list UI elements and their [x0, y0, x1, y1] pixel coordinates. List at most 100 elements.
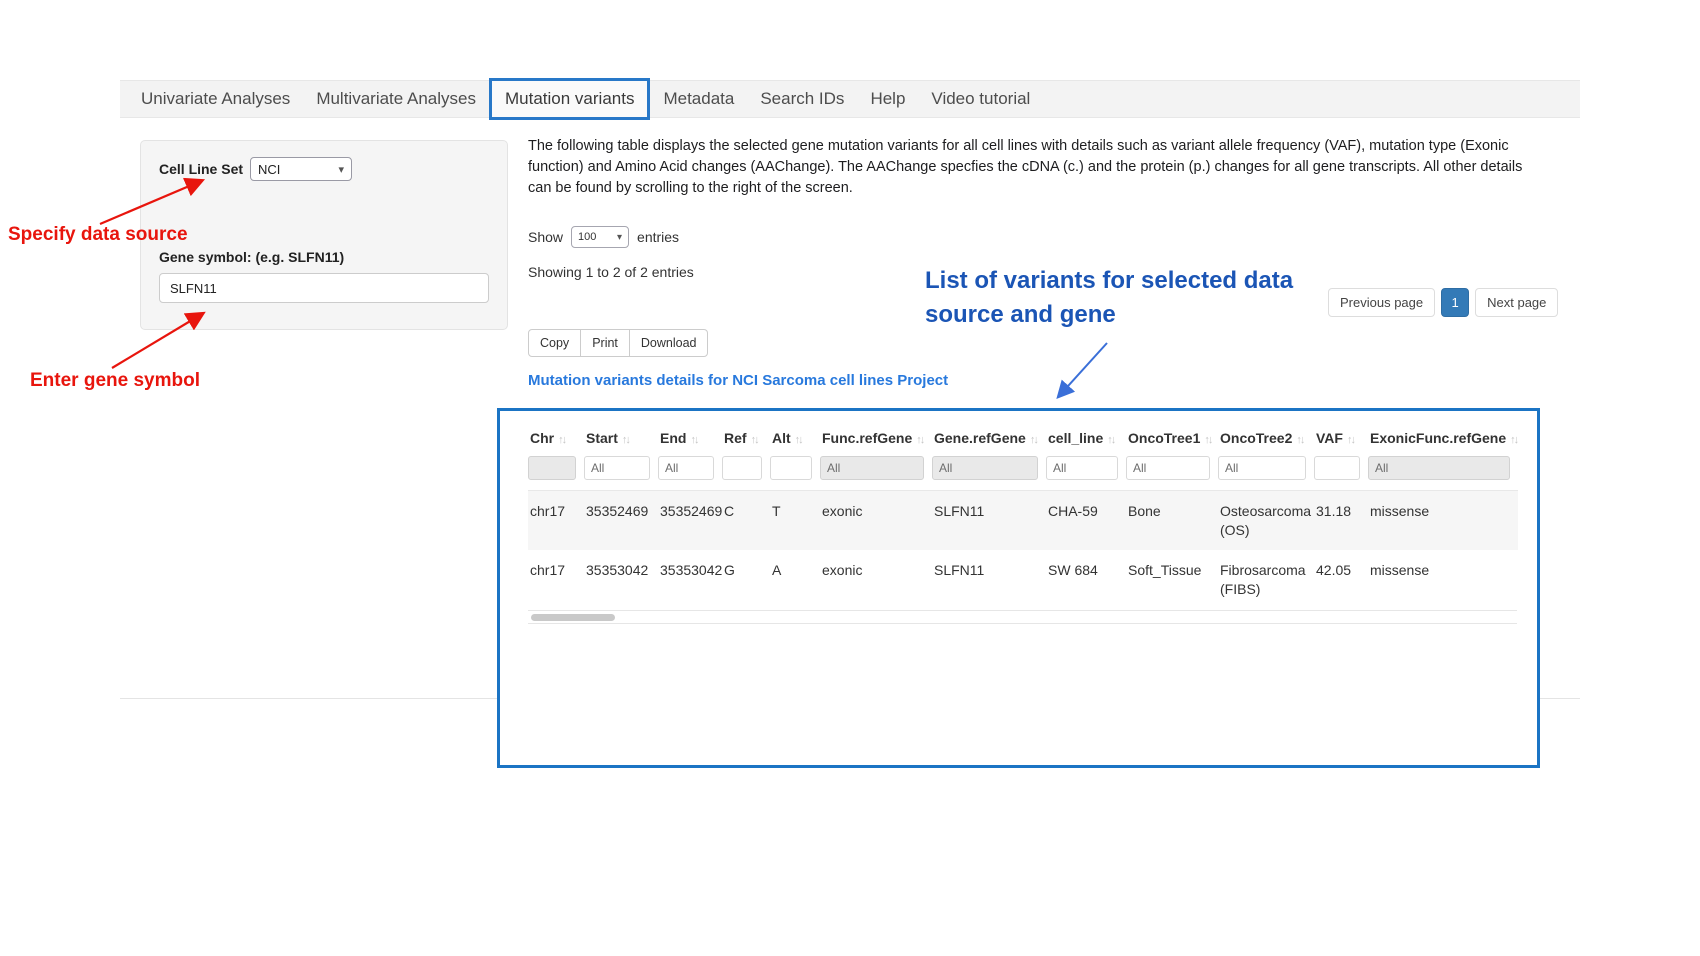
filter-cell — [1126, 454, 1218, 491]
filter-end[interactable] — [658, 456, 714, 480]
tab-mutation-variants[interactable]: Mutation variants — [489, 78, 650, 120]
cell-vaf: 31.18 — [1314, 491, 1368, 551]
sort-icon: ↑↓ — [690, 434, 697, 446]
sort-icon: ↑↓ — [1030, 434, 1037, 446]
variants-table-container: Chr↑↓Start↑↓End↑↓Ref↑↓Alt↑↓Func.refGene↑… — [497, 408, 1540, 768]
next-page-button[interactable]: Next page — [1475, 288, 1558, 317]
cell-chr: chr17 — [528, 550, 584, 609]
column-header-start[interactable]: Start↑↓ — [584, 421, 658, 454]
gene-symbol-input[interactable] — [159, 273, 489, 303]
cell-oncotree1: Soft_Tissue — [1126, 550, 1218, 609]
table-title-link[interactable]: Mutation variants details for NCI Sarcom… — [528, 372, 948, 389]
cell-oncotree2: Fibrosarcoma (FIBS) — [1218, 550, 1314, 609]
show-entries-control: Show 100 ▾ entries — [528, 226, 679, 248]
filter-ref[interactable] — [722, 456, 762, 480]
column-header-cell-line[interactable]: cell_line↑↓ — [1046, 421, 1126, 454]
filter-vaf[interactable] — [1314, 456, 1360, 480]
entries-label: entries — [637, 229, 679, 245]
table-header-row: Chr↑↓Start↑↓End↑↓Ref↑↓Alt↑↓Func.refGene↑… — [528, 421, 1518, 454]
copy-button[interactable]: Copy — [528, 329, 581, 357]
filter-oncotree1[interactable] — [1126, 456, 1210, 480]
annotation-specify-data-source: Specify data source — [8, 224, 188, 246]
filter-cell-line[interactable] — [1046, 456, 1118, 480]
cell-line-set-select[interactable]: NCI ▾ — [250, 157, 352, 181]
filter-cell — [770, 454, 820, 491]
sort-icon: ↑↓ — [751, 434, 758, 446]
filter-oncotree2[interactable] — [1218, 456, 1306, 480]
cell-start: 35353042 — [584, 550, 658, 609]
sort-icon: ↑↓ — [1347, 434, 1354, 446]
download-button[interactable]: Download — [629, 329, 709, 357]
sort-icon: ↑↓ — [558, 434, 565, 446]
chevron-down-icon: ▾ — [617, 232, 622, 243]
chevron-down-icon: ▾ — [339, 163, 345, 176]
gene-symbol-label: Gene symbol: (e.g. SLFN11) — [159, 249, 489, 265]
filter-start[interactable] — [584, 456, 650, 480]
filter-cell — [722, 454, 770, 491]
filter-exonicfunc-refgene[interactable] — [1368, 456, 1510, 480]
column-header-oncotree1[interactable]: OncoTree1↑↓ — [1126, 421, 1218, 454]
column-header-ref[interactable]: Ref ↑↓ — [722, 421, 770, 454]
column-header-vaf[interactable]: VAF ↑↓ — [1314, 421, 1368, 454]
print-button[interactable]: Print — [580, 329, 630, 357]
column-header-exonicfunc-refgene[interactable]: ExonicFunc.refGene ↑↓ — [1368, 421, 1518, 454]
cell-ref: C — [722, 491, 770, 551]
column-header-alt[interactable]: Alt↑↓ — [770, 421, 820, 454]
column-header-chr[interactable]: Chr ↑↓ — [528, 421, 584, 454]
column-label: VAF — [1316, 430, 1343, 446]
cell-oncotree2: Osteosarcoma (OS) — [1218, 491, 1314, 551]
horizontal-scrollbar-track[interactable] — [528, 610, 1517, 624]
table-row[interactable]: chr173535304235353042GAexonicSLFN11SW 68… — [528, 550, 1518, 609]
sort-icon: ↑↓ — [795, 434, 802, 446]
filter-gene-refgene[interactable] — [932, 456, 1038, 480]
cell-end: 35353042 — [658, 550, 722, 609]
column-label: Func.refGene — [822, 430, 912, 446]
column-label: Chr — [530, 430, 554, 446]
column-label: Start — [586, 430, 618, 446]
column-header-end[interactable]: End ↑↓ — [658, 421, 722, 454]
filter-cell — [658, 454, 722, 491]
column-label: Gene.refGene — [934, 430, 1026, 446]
current-page-button[interactable]: 1 — [1441, 288, 1469, 317]
column-header-func-refgene[interactable]: Func.refGene↑↓ — [820, 421, 932, 454]
tab-video-tutorial[interactable]: Video tutorial — [918, 80, 1043, 118]
table-row[interactable]: chr173535246935352469CTexonicSLFN11CHA-5… — [528, 491, 1518, 551]
cell-cell-line: SW 684 — [1046, 550, 1126, 609]
column-header-oncotree2[interactable]: OncoTree2↑↓ — [1218, 421, 1314, 454]
cell-exonicfunc-refgene: missense — [1368, 491, 1518, 551]
column-header-gene-refgene[interactable]: Gene.refGene ↑↓ — [932, 421, 1046, 454]
tab-multivariate-analyses[interactable]: Multivariate Analyses — [303, 80, 489, 118]
horizontal-scrollbar-thumb[interactable] — [531, 614, 615, 621]
pagination: Previous page 1 Next page — [1328, 288, 1558, 317]
tab-search-ids[interactable]: Search IDs — [747, 80, 857, 118]
tab-metadata[interactable]: Metadata — [650, 80, 747, 118]
cell-line-set-row: Cell Line Set NCI ▾ — [159, 157, 489, 181]
filter-cell — [932, 454, 1046, 491]
page-length-select[interactable]: 100 ▾ — [571, 226, 629, 248]
filter-func-refgene[interactable] — [820, 456, 924, 480]
filter-alt[interactable] — [770, 456, 812, 480]
column-label: Ref — [724, 430, 747, 446]
cell-end: 35352469 — [658, 491, 722, 551]
filter-cell — [1046, 454, 1126, 491]
filter-cell — [528, 454, 584, 491]
tab-help[interactable]: Help — [857, 80, 918, 118]
column-label: ExonicFunc.refGene — [1370, 430, 1506, 446]
show-label: Show — [528, 229, 563, 245]
column-label: End — [660, 430, 686, 446]
column-label: OncoTree1 — [1128, 430, 1200, 446]
cell-gene-refgene: SLFN11 — [932, 491, 1046, 551]
main-navbar: Univariate AnalysesMultivariate Analyses… — [120, 80, 1580, 118]
cell-oncotree1: Bone — [1126, 491, 1218, 551]
nav-tab-list: Univariate AnalysesMultivariate Analyses… — [120, 81, 1580, 117]
cell-vaf: 42.05 — [1314, 550, 1368, 609]
filter-chr[interactable] — [528, 456, 576, 480]
cell-line-set-label: Cell Line Set — [159, 161, 243, 177]
variants-table: Chr↑↓Start↑↓End↑↓Ref↑↓Alt↑↓Func.refGene↑… — [528, 421, 1518, 609]
filter-cell — [1368, 454, 1518, 491]
filter-cell — [1314, 454, 1368, 491]
cell-line-set-value: NCI — [258, 162, 280, 177]
sort-icon: ↑↓ — [1510, 434, 1517, 446]
table-filter-row — [528, 454, 1518, 491]
tab-univariate-analyses[interactable]: Univariate Analyses — [128, 80, 303, 118]
